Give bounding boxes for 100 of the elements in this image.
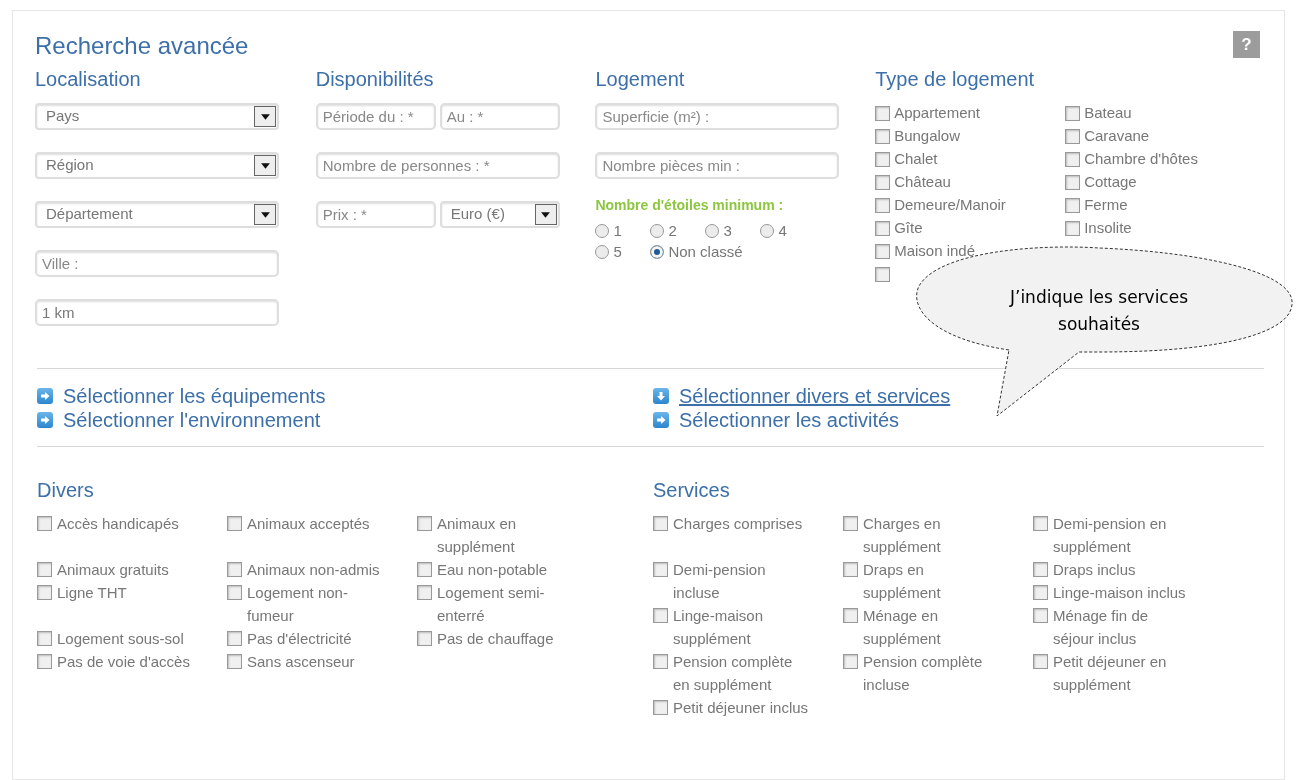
checkbox-label[interactable]: Pension complète incluse: [863, 650, 1003, 696]
checkbox[interactable]: [1065, 106, 1081, 121]
checkbox[interactable]: [875, 221, 891, 236]
checkbox-label[interactable]: Logement non-fumeur: [247, 581, 387, 627]
checkbox[interactable]: [875, 175, 891, 190]
help-button[interactable]: ?: [1233, 31, 1260, 58]
radio-button[interactable]: [760, 223, 775, 238]
radio-button[interactable]: [705, 223, 720, 238]
checkbox-label[interactable]: Animaux acceptés: [247, 512, 370, 535]
checkbox[interactable]: [227, 562, 242, 577]
checkbox-label[interactable]: Logement sous-sol: [57, 627, 184, 650]
checkbox-label[interactable]: Pas de chauffage: [437, 627, 554, 650]
checkbox-label[interactable]: Linge-maison inclus: [1053, 581, 1186, 604]
checkbox[interactable]: [1033, 654, 1048, 669]
radio-label[interactable]: 3: [723, 220, 732, 241]
checkbox[interactable]: [653, 516, 668, 531]
checkbox-label[interactable]: Sans ascenseur: [247, 650, 355, 673]
checkbox[interactable]: [417, 631, 432, 646]
radio-button[interactable]: [595, 223, 610, 238]
checkbox[interactable]: [653, 562, 668, 577]
checkbox[interactable]: [1065, 152, 1081, 167]
checkbox[interactable]: [653, 608, 668, 623]
checkbox-label[interactable]: Chalet: [894, 150, 938, 167]
checkbox[interactable]: [1033, 562, 1048, 577]
checkbox-label[interactable]: Animaux en supplément: [437, 512, 577, 558]
checkbox[interactable]: [37, 654, 52, 669]
checkbox[interactable]: [1033, 585, 1048, 600]
radio-button[interactable]: [650, 244, 665, 259]
checkbox[interactable]: [1033, 608, 1048, 623]
radio-label[interactable]: 5: [613, 241, 622, 262]
checkbox[interactable]: [875, 152, 891, 167]
input-field[interactable]: 1 km: [35, 299, 279, 326]
dropdown[interactable]: Euro (€): [439, 201, 560, 228]
checkbox[interactable]: [417, 562, 432, 577]
checkbox-label[interactable]: Draps inclus: [1053, 558, 1136, 581]
checkbox-label[interactable]: Chambre d'hôtes: [1084, 150, 1198, 167]
checkbox[interactable]: [843, 608, 858, 623]
input-field[interactable]: Superficie (m²) :: [595, 103, 840, 130]
checkbox-label[interactable]: Animaux gratuits: [57, 558, 169, 581]
checkbox-label[interactable]: Gîte: [894, 219, 923, 236]
checkbox[interactable]: [227, 631, 242, 646]
checkbox-label[interactable]: Petit déjeuner inclus: [673, 696, 809, 719]
checkbox[interactable]: [1065, 221, 1081, 236]
checkbox-label[interactable]: Pas de voie d'accès: [57, 650, 190, 673]
checkbox-label[interactable]: Ménage en supplément: [863, 604, 1003, 650]
radio-button[interactable]: [650, 223, 665, 238]
checkbox-label[interactable]: Linge-maison supplément: [673, 604, 813, 650]
checkbox[interactable]: [37, 585, 52, 600]
checkbox[interactable]: [227, 654, 242, 669]
checkbox-label[interactable]: Animaux non-admis: [247, 558, 380, 581]
checkbox-label[interactable]: Pension complète en supplément: [673, 650, 813, 696]
radio-button[interactable]: [595, 244, 610, 259]
checkbox[interactable]: [875, 244, 891, 259]
checkbox[interactable]: [875, 198, 891, 213]
checkbox-label[interactable]: Ligne THT: [57, 581, 127, 604]
checkbox-label[interactable]: Eau non-potable: [437, 558, 548, 581]
input-field[interactable]: Nombre pièces min :: [595, 152, 840, 179]
dropdown[interactable]: Région: [35, 152, 279, 179]
checkbox[interactable]: [875, 129, 891, 144]
checkbox[interactable]: [227, 516, 242, 531]
checkbox[interactable]: [1065, 198, 1081, 213]
input-field[interactable]: Ville :: [35, 250, 279, 277]
radio-label[interactable]: 1: [613, 220, 622, 241]
checkbox-label[interactable]: Maison indé: [894, 242, 976, 259]
checkbox[interactable]: [843, 516, 858, 531]
checkbox[interactable]: [1033, 516, 1048, 531]
dropdown[interactable]: Département: [35, 201, 279, 228]
checkbox-label[interactable]: Demeure/Manoir: [894, 196, 1006, 213]
checkbox-label[interactable]: Château: [894, 173, 951, 190]
checkbox-label[interactable]: Demi-pension en supplément: [1053, 512, 1193, 558]
checkbox[interactable]: [875, 267, 891, 282]
checkbox-label[interactable]: Caravane: [1084, 127, 1150, 144]
checkbox-label[interactable]: Cottage: [1084, 173, 1137, 190]
checkbox[interactable]: [843, 562, 858, 577]
checkbox[interactable]: [37, 562, 52, 577]
checkbox-label[interactable]: Appartement: [894, 104, 981, 121]
input-field[interactable]: Au : *: [439, 103, 560, 130]
checkbox[interactable]: [417, 585, 432, 600]
checkbox[interactable]: [843, 654, 858, 669]
checkbox[interactable]: [417, 516, 432, 531]
checkbox[interactable]: [227, 585, 242, 600]
input-field[interactable]: Prix : *: [315, 201, 436, 228]
radio-label[interactable]: 4: [778, 220, 787, 241]
checkbox-label[interactable]: Logement semi-enterré: [437, 581, 577, 627]
checkbox-label[interactable]: Ferme: [1084, 196, 1128, 213]
radio-label[interactable]: 2: [668, 220, 677, 241]
checkbox[interactable]: [37, 631, 52, 646]
checkbox[interactable]: [1065, 129, 1081, 144]
checkbox-label[interactable]: Ménage fin de séjour inclus: [1053, 604, 1193, 650]
checkbox-label[interactable]: Accès handicapés: [57, 512, 179, 535]
checkbox[interactable]: [653, 654, 668, 669]
checkbox-label[interactable]: Petit déjeuner en supplément: [1053, 650, 1193, 696]
checkbox[interactable]: [1065, 175, 1081, 190]
checkbox-label[interactable]: Charges comprises: [673, 512, 803, 535]
checkbox-label[interactable]: Bateau: [1084, 104, 1132, 121]
link[interactable]: Sélectionner les équipements: [63, 381, 326, 411]
checkbox-label[interactable]: Charges en supplément: [863, 512, 1003, 558]
input-field[interactable]: Période du : *: [315, 103, 436, 130]
checkbox-label[interactable]: Draps en supplément: [863, 558, 1003, 604]
checkbox-label[interactable]: Bungalow: [894, 127, 961, 144]
